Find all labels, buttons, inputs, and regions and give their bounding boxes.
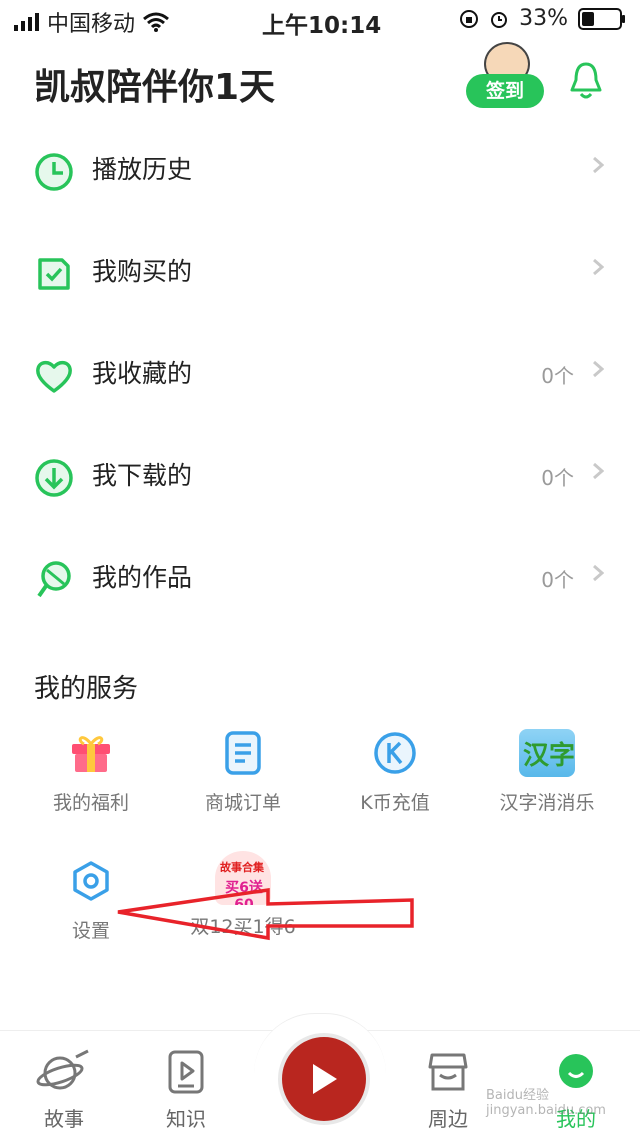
sign-in-button[interactable]: 签到 [466,42,546,108]
wifi-icon [143,12,169,32]
menu-count: 0个 [541,466,574,490]
clock-icon [35,153,73,191]
service-recharge[interactable]: K币充值 [320,728,470,815]
service-hanzi-game[interactable]: 汉字 汉字消消乐 [472,728,622,815]
service-label: 我的福利 [52,792,129,814]
service-label: 双12买1得6 [190,916,296,938]
promo-badge: 故事合集 买6送60 [215,851,271,905]
shop-icon [428,1053,468,1091]
nav-stories[interactable]: 故事 [16,1049,112,1132]
k-coin-icon [374,732,416,774]
page-title: 凯叔陪伴你1天 [34,67,276,108]
battery-percent: 33% [519,6,568,31]
menu-item-downloads[interactable]: 我下载的 0个 [0,446,640,548]
bell-icon[interactable] [568,60,604,100]
order-document-icon [225,731,261,775]
sign-in-label: 签到 [466,74,544,108]
alarm-icon [491,11,508,28]
clock: 上午10:14 [262,13,382,39]
service-orders[interactable]: 商城订单 [168,728,318,815]
service-label: 设置 [71,920,110,942]
play-icon [313,1064,337,1094]
chevron-right-icon [593,462,604,480]
nav-label: 故事 [44,1107,84,1131]
chevron-right-icon [593,258,604,276]
chevron-right-icon [593,360,604,378]
menu-label: 我购买的 [92,257,193,286]
services-title: 我的服务 [34,674,139,704]
menu-item-purchased[interactable]: 我购买的 [0,242,640,344]
battery-icon [578,7,625,30]
gift-icon [72,736,110,772]
menu-label: 我收藏的 [92,359,193,388]
menu-count: 0个 [541,364,574,388]
menu-label: 我的作品 [92,563,193,592]
settings-hexagon-icon [73,861,109,901]
watermark: Baidu经验 jingyan.baidu.com [486,1088,606,1118]
nav-label: 知识 [166,1107,206,1131]
nav-knowledge[interactable]: 知识 [138,1049,234,1132]
service-label: 商城订单 [204,792,281,814]
microphone-icon [37,561,71,598]
video-play-icon [168,1050,204,1094]
service-label: 汉字消消乐 [499,792,595,814]
service-settings[interactable]: 设置 [16,856,166,943]
signal-icon [14,13,39,31]
hanzi-badge-text: 汉字 [523,741,576,771]
service-welfare[interactable]: 我的福利 [16,728,166,815]
menu-item-works[interactable]: 我的作品 0个 [0,548,640,650]
purchase-bag-icon [38,258,70,290]
nav-nearby[interactable]: 周边 [400,1049,496,1132]
promo-badge-main: 买6送60 [225,880,263,905]
heart-icon [36,360,72,393]
menu-item-favorites[interactable]: 我收藏的 0个 [0,344,640,446]
menu-label: 我下载的 [92,461,193,490]
service-label: K币充值 [360,792,430,814]
promo-badge-top: 故事合集 [220,861,264,874]
menu-count: 0个 [541,568,574,592]
nav-label: 周边 [428,1107,468,1131]
chevron-right-icon [593,564,604,582]
download-icon [35,459,73,497]
service-promo[interactable]: 故事合集 买6送60 双12买1得6 [168,850,318,939]
planet-icon [36,1049,89,1090]
status-bar: 中国移动 上午10:14 33% [0,0,640,40]
rotation-lock-icon [460,9,479,28]
carrier-label: 中国移动 [47,12,136,37]
hanzi-game-icon: 汉字 [519,729,575,777]
menu-label: 播放历史 [92,155,193,184]
menu-item-history[interactable]: 播放历史 [0,140,640,242]
center-play-button[interactable] [278,1033,370,1125]
chevron-right-icon [593,156,604,174]
